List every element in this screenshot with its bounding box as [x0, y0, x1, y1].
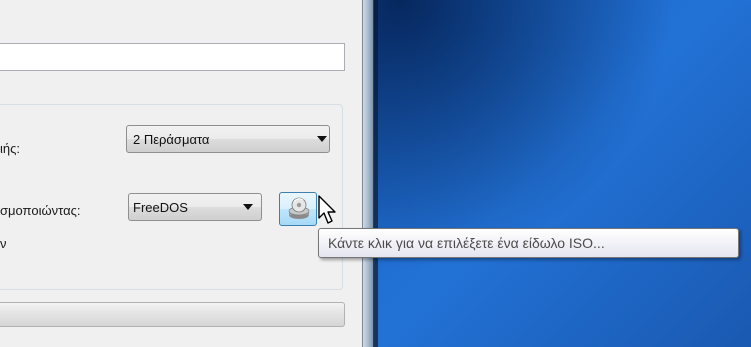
app-window: ιής: 2 Περάσματα σμοποιώντας: FreeDOS ν: [0, 0, 363, 347]
select-iso-button[interactable]: [279, 192, 317, 226]
option-label-fragment: ν: [0, 236, 7, 251]
passes-select-value: 2 Περάσματα: [133, 132, 210, 147]
passes-label: ιής:: [0, 141, 20, 156]
disc-drive-icon: [288, 197, 310, 226]
boot-type-select[interactable]: FreeDOS: [128, 193, 262, 221]
passes-select[interactable]: 2 Περάσματα: [126, 125, 330, 153]
window-border: [363, 0, 374, 347]
mouse-pointer-icon: [318, 195, 340, 230]
progress-bar: [0, 302, 345, 327]
desktop-background: [360, 0, 751, 347]
tooltip: Κάντε κλικ για να επιλέξετε ένα είδωλο I…: [318, 228, 739, 258]
tooltip-text: Κάντε κλικ για να επιλέξετε ένα είδωλο I…: [328, 235, 605, 251]
boot-type-select-value: FreeDOS: [133, 200, 188, 215]
bootable-using-label: σμοποιώντας:: [0, 203, 81, 218]
device-text-field[interactable]: [0, 43, 345, 71]
